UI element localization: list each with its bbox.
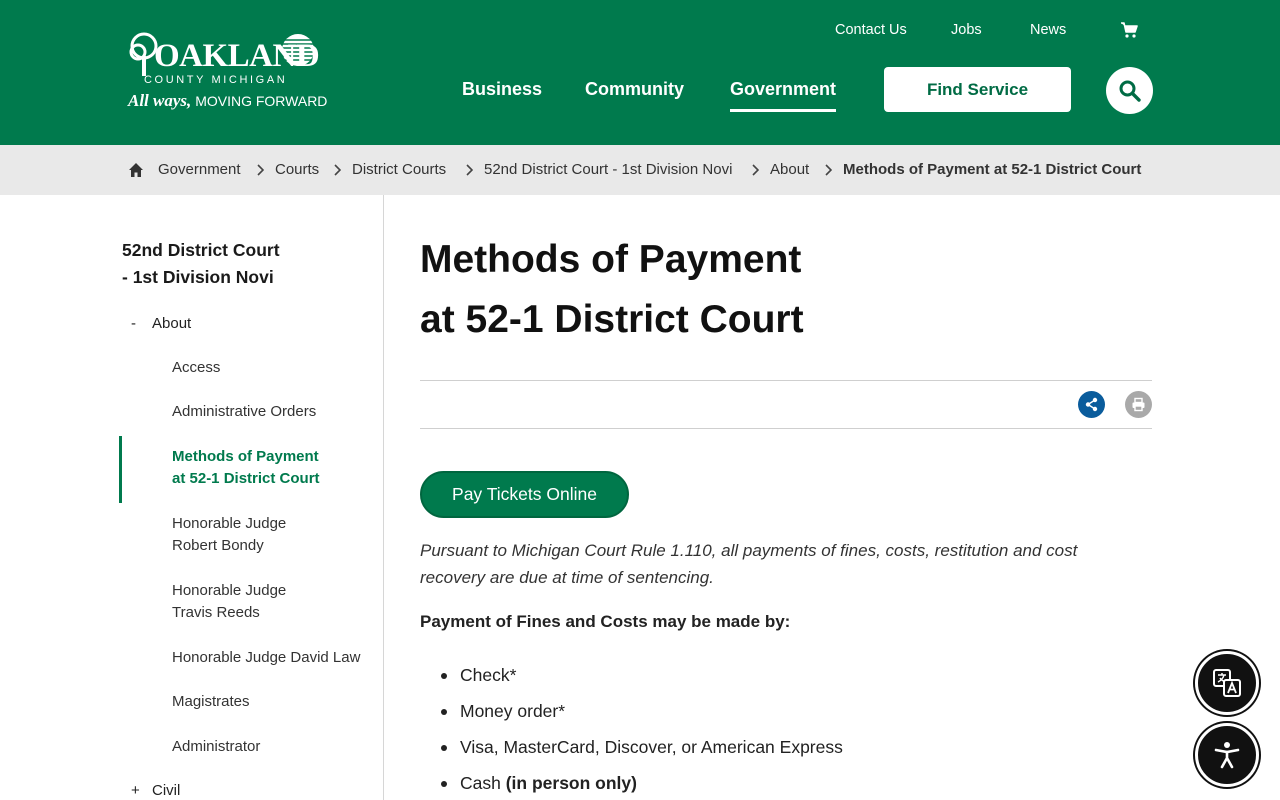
breadcrumb-current-page: Methods of Payment at 52-1 District Cour…	[843, 161, 1142, 178]
payment-methods-heading: Payment of Fines and Costs may be made b…	[420, 612, 791, 631]
sidebar-item-label: Access	[172, 359, 221, 376]
chevron-right-icon	[825, 164, 832, 176]
page-title-line1: Methods of Payment	[420, 238, 802, 281]
print-button[interactable]	[1125, 391, 1152, 418]
logo-county: COUNTY MICHIGAN	[144, 74, 288, 86]
sidebar-item-label-line2: at 52-1 District Court	[172, 470, 320, 487]
breadcrumb-about[interactable]: About	[770, 161, 809, 179]
share-button[interactable]	[1078, 391, 1105, 418]
share-icon	[1085, 397, 1098, 412]
translate-button[interactable]	[1195, 651, 1259, 715]
breadcrumb: Government Courts District Courts 52nd D…	[0, 145, 1280, 195]
divider	[420, 380, 1152, 381]
court-rule-paragraph: Pursuant to Michigan Court Rule 1.110, a…	[420, 541, 1078, 587]
chevron-right-icon	[257, 164, 264, 176]
payment-methods-list: Check* Money order* Visa, MasterCard, Di…	[441, 663, 843, 800]
cash-label: Cash	[460, 773, 506, 793]
logo-tagline: All ways, MOVING FORWARD	[128, 92, 327, 109]
accessibility-button[interactable]	[1195, 723, 1259, 787]
sidebar-item-administrator[interactable]: Administrator	[172, 736, 372, 758]
list-item: Cash (in person only)	[441, 771, 843, 800]
chevron-right-icon	[466, 164, 473, 176]
accessibility-icon	[1214, 742, 1240, 769]
sidebar-item-judge-david-law[interactable]: Honorable Judge David Law	[172, 647, 372, 669]
utility-link-news[interactable]: News	[1030, 21, 1066, 39]
cash-note: (in person only)	[505, 773, 637, 793]
sidebar-title-line1: 52nd District Court	[122, 240, 280, 260]
sidebar-item-label-line1: Methods of Payment	[172, 448, 319, 465]
breadcrumb-52nd-district-court[interactable]: 52nd District Court - 1st Division Novi	[484, 161, 732, 179]
site-header: OAKLAND COUNTY MICHIGAN All ways, MOVING…	[0, 0, 1280, 145]
search-button[interactable]	[1106, 67, 1153, 114]
nav-community[interactable]: Community	[585, 78, 684, 100]
sidebar-item-label: Administrative Orders	[172, 403, 317, 420]
oakland-county-logo[interactable]: OAKLAND COUNTY MICHIGAN All ways, MOVING…	[128, 30, 327, 116]
find-service-button[interactable]: Find Service	[884, 67, 1071, 112]
breadcrumb-district-courts[interactable]: District Courts	[352, 161, 446, 179]
logo-wordmark: OAKLAND	[154, 38, 320, 74]
sidebar-item-label-line1: Honorable Judge	[172, 515, 287, 532]
logo-tagline-script: All ways,	[128, 91, 192, 110]
home-icon[interactable]	[128, 162, 144, 178]
sidebar-item-label: Magistrates	[172, 693, 250, 710]
sidebar-section-about[interactable]: About	[152, 315, 191, 333]
sidebar-item-magistrates[interactable]: Magistrates	[172, 691, 372, 713]
nav-government[interactable]: Government	[730, 78, 837, 112]
utility-link-jobs[interactable]: Jobs	[951, 21, 982, 39]
divider	[420, 428, 1152, 429]
sidebar-title-line2: - 1st Division Novi	[122, 267, 274, 287]
list-item: Money order*	[441, 699, 843, 735]
sidebar-item-methods-of-payment[interactable]: Methods of Payment at 52-1 District Cour…	[172, 446, 372, 490]
sidebar-section-civil[interactable]: Civil	[152, 782, 180, 800]
sidebar-title[interactable]: 52nd District Court - 1st Division Novi	[122, 237, 322, 291]
list-item: Visa, MasterCard, Discover, or American …	[441, 735, 843, 771]
chevron-right-icon	[334, 164, 341, 176]
sidebar-item-access[interactable]: Access	[172, 357, 372, 379]
print-icon	[1132, 397, 1145, 412]
translate-icon	[1213, 669, 1241, 697]
breadcrumb-government[interactable]: Government	[158, 161, 241, 179]
nav-business[interactable]: Business	[462, 78, 542, 100]
chevron-right-icon	[752, 164, 759, 176]
page-title: Methods of Payment at 52-1 District Cour…	[420, 230, 980, 350]
sidebar-item-administrative-orders[interactable]: Administrative Orders	[172, 401, 372, 423]
sidebar-item-label: Honorable Judge David Law	[172, 649, 361, 666]
sidebar-item-judge-travis-reeds[interactable]: Honorable Judge Travis Reeds	[172, 580, 372, 624]
sidebar-item-label-line1: Honorable Judge	[172, 582, 287, 599]
breadcrumb-courts[interactable]: Courts	[275, 161, 319, 179]
logo-tagline-rest: MOVING FORWARD	[195, 93, 328, 109]
pay-tickets-online-button[interactable]: Pay Tickets Online	[420, 471, 629, 518]
sidebar-divider	[383, 195, 384, 800]
utility-link-contact-us[interactable]: Contact Us	[835, 21, 907, 39]
expand-toggle-civil[interactable]: +	[131, 782, 140, 800]
sidebar-item-label-line2: Robert Bondy	[172, 537, 264, 554]
cart-icon[interactable]	[1120, 21, 1138, 39]
sidebar-item-label: Administrator	[172, 738, 261, 755]
active-item-indicator	[119, 436, 122, 503]
sidebar-item-judge-robert-bondy[interactable]: Honorable Judge Robert Bondy	[172, 513, 372, 557]
search-icon	[1119, 80, 1141, 102]
collapse-toggle-about[interactable]: -	[131, 315, 136, 333]
list-item: Check*	[441, 663, 843, 699]
page-title-line2: at 52-1 District Court	[420, 298, 804, 341]
sidebar-item-label-line2: Travis Reeds	[172, 604, 260, 621]
